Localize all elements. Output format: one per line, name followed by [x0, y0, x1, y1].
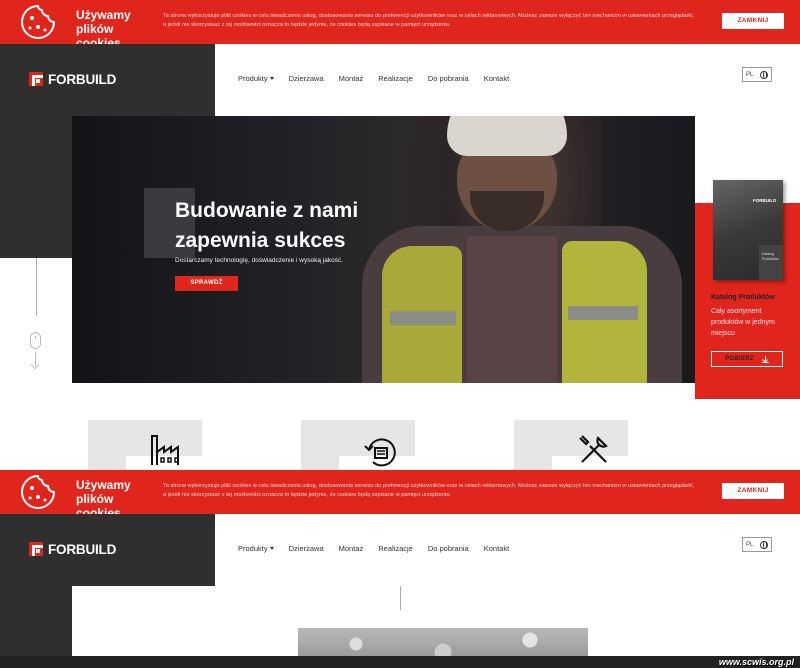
download-icon	[761, 355, 769, 363]
catalog-title: Katalog Produktów	[711, 294, 775, 301]
cookie-icon	[21, 474, 56, 509]
nav-item-do-pobrania[interactable]: Do pobrania	[428, 74, 469, 83]
nav-item-montaz[interactable]: Montaż	[339, 74, 364, 83]
watermark: www.scwis.org.pl	[718, 657, 794, 667]
cookie-banner: Używamy plików cookies Ta strona wykorzy…	[0, 0, 800, 50]
cookie-text: Ta strona wykorzystuje pliki cookies w c…	[163, 483, 695, 498]
cookie-close-button[interactable]: ZAMKNIJ	[722, 13, 784, 29]
factory-icon	[151, 435, 179, 465]
logo[interactable]: FORBUILD	[29, 541, 116, 557]
tools-icon	[579, 435, 608, 463]
cookie-banner-duplicate: Używamy plików cookies Ta strona wykorzy…	[0, 470, 800, 520]
nav-item-dzierzawa[interactable]: Dzierżawa	[289, 74, 324, 83]
logo[interactable]: FORBUILD	[29, 71, 116, 87]
mouse-scroll-icon[interactable]	[30, 332, 41, 349]
cookie-close-button[interactable]: ZAMKNIJ	[722, 483, 784, 499]
chevron-down-icon	[269, 77, 274, 80]
divider	[400, 586, 401, 610]
nav-item-do-pobrania[interactable]: Do pobrania	[428, 544, 469, 553]
language-label: PL	[746, 71, 754, 78]
nav-item-dzierzawa[interactable]: Dzierżawa	[289, 544, 324, 553]
nav-item-produkty[interactable]: Produkty	[238, 544, 274, 553]
catalog-download-button[interactable]: POBIERZ	[711, 351, 783, 367]
nav-item-kontakt[interactable]: Kontakt	[484, 544, 509, 553]
book-title: Katalog Produktów	[762, 252, 779, 261]
site-header: FORBUILD Produkty Dzierżawa Montaż Reali…	[0, 44, 800, 116]
nav-item-montaz[interactable]: Montaż	[339, 544, 364, 553]
language-label: PL	[746, 541, 754, 548]
logo-mark-icon	[29, 542, 43, 556]
nav-item-produkty[interactable]: Produkty	[238, 74, 274, 83]
rental-cycle-icon	[364, 438, 396, 467]
chevron-down-icon	[269, 547, 274, 550]
site-header-duplicate: FORBUILD Produkty Dzierżawa Montaż Reali…	[0, 514, 800, 586]
globe-icon	[760, 540, 768, 549]
globe-icon	[760, 70, 768, 79]
logo-text: FORBUILD	[48, 541, 117, 557]
catalog-download-label: POBIERZ	[725, 356, 754, 362]
catalog-description: Cały asortyment produktów w jednym miejs…	[711, 308, 775, 337]
left-dark-panel	[0, 586, 72, 656]
logo-mark-icon	[29, 72, 43, 86]
hero-title: Budowanie z nami zapewnia sukces	[175, 199, 359, 252]
main-nav: Produkty Dzierżawa Montaż Realizacje Do …	[238, 544, 524, 553]
nav-item-kontakt[interactable]: Kontakt	[484, 74, 509, 83]
catalog-book-image: FORBUILD Katalog Produktów	[713, 180, 783, 280]
cookie-icon	[21, 4, 56, 39]
hero-cta-button[interactable]: SPRAWDŹ	[175, 276, 238, 291]
language-switcher[interactable]: PL	[742, 67, 772, 82]
nav-item-realizacje[interactable]: Realizacje	[378, 544, 413, 553]
main-nav: Produkty Dzierżawa Montaż Realizacje Do …	[238, 74, 524, 83]
nav-item-realizacje[interactable]: Realizacje	[378, 74, 413, 83]
bottom-bar	[0, 656, 800, 668]
book-logo: FORBUILD	[753, 198, 777, 203]
hero-subtitle: Dostarczamy technologię, doświadczenie i…	[175, 257, 343, 264]
logo-text: FORBUILD	[48, 71, 117, 87]
language-switcher[interactable]: PL	[742, 537, 772, 552]
helmet	[447, 116, 567, 156]
cookie-text: Ta strona wykorzystuje pliki cookies w c…	[163, 13, 695, 28]
left-dark-panel	[0, 116, 72, 258]
divider	[36, 258, 37, 316]
